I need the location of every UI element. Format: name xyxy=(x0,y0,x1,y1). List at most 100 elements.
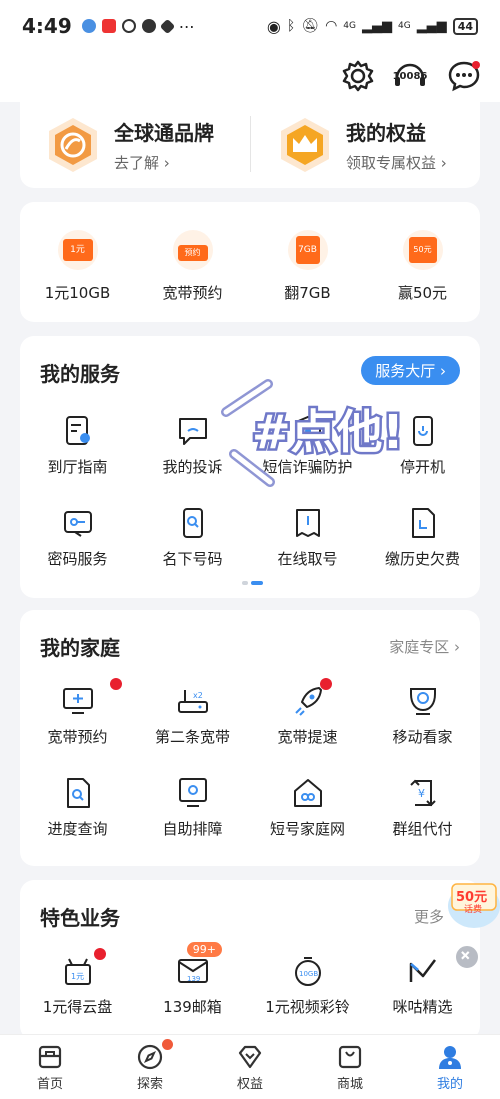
unread-badge: 99+ xyxy=(186,942,222,957)
stamp-text: #点他! xyxy=(252,405,404,459)
tab-label: 我的 xyxy=(436,1077,463,1092)
promo-broadband[interactable]: 预约 宽带预约 xyxy=(135,202,250,322)
tap-hint-stamp[interactable]: #点他! xyxy=(220,378,430,488)
service-item[interactable]: 在线取号 xyxy=(250,496,365,588)
special-card: 特色业务 更多 1元 1元得云盘 139 99+ 139邮箱 10GB 1元视频… xyxy=(20,880,480,1040)
data-card-icon: 7GB xyxy=(287,230,328,270)
hotline-number: 10086 xyxy=(392,70,428,82)
message-bubble-icon[interactable] xyxy=(446,58,482,94)
timer-10gb-icon: 10GB xyxy=(294,957,321,986)
tab-rights[interactable]: 权益 xyxy=(200,1035,300,1099)
battery-icon: 44 xyxy=(452,17,478,35)
floating-promo[interactable]: 50元 话费 xyxy=(440,870,500,932)
family-item[interactable]: 宽带预约 xyxy=(20,674,135,766)
family-item[interactable]: 短号家庭网 xyxy=(250,766,365,858)
service-label: 在线取号 xyxy=(277,550,338,568)
red-dot-badge xyxy=(110,678,122,690)
home-tab-icon xyxy=(38,1045,62,1069)
tab-label: 权益 xyxy=(236,1077,263,1092)
yuan-card-icon: ¥ xyxy=(409,779,436,807)
mute-bell-icon: 🔕︎ xyxy=(301,18,320,34)
svg-text:139: 139 xyxy=(187,975,200,983)
tab-mall[interactable]: 商城 xyxy=(300,1035,400,1099)
family-item[interactable]: 自助排障 xyxy=(135,766,250,858)
mail-139-icon: 139 xyxy=(177,959,208,983)
queue-ticket-icon xyxy=(295,509,320,537)
doc-search-icon xyxy=(66,778,90,808)
page-dot xyxy=(242,581,248,585)
brand-sub-link[interactable]: 去了解 › xyxy=(114,152,214,173)
special-grid: 1元 1元得云盘 139 99+ 139邮箱 10GB 1元视频彩铃 咪咕精选 xyxy=(20,942,480,1036)
svg-text:10GB: 10GB xyxy=(299,970,318,978)
service-item[interactable]: 密码服务 xyxy=(20,496,135,588)
globe-brand-icon xyxy=(49,118,97,172)
monitor-gear-icon xyxy=(178,778,207,807)
service-item[interactable]: 缴历史欠费 xyxy=(365,496,480,588)
complaint-chat-icon xyxy=(178,418,207,445)
my-rights-entry[interactable]: 我的权益 领取专属权益 › xyxy=(276,102,447,188)
promo-50yuan[interactable]: 50元 赢50元 xyxy=(365,202,480,322)
signal-icon: ▂▄▆ xyxy=(361,18,392,34)
family-label: 第二条宽带 xyxy=(154,728,230,746)
status-right: ◉ ᛒ 🔕︎ ◠ 4G ▂▄▆ 4G ▂▄▆ 44 xyxy=(267,17,478,36)
special-label: 咪咕精选 xyxy=(392,998,453,1016)
status-time: 4:49 xyxy=(22,14,72,38)
migu-icon xyxy=(409,959,436,982)
special-item[interactable]: 10GB 1元视频彩铃 xyxy=(250,944,365,1036)
app-notification-icon xyxy=(121,19,136,33)
special-item[interactable]: 139 99+ 139邮箱 xyxy=(135,942,250,1036)
promo-label: 赢50元 xyxy=(397,284,448,302)
rocket-icon xyxy=(294,687,322,716)
coupon-tag: 1元 xyxy=(62,239,93,261)
app-notification-icon xyxy=(101,19,116,33)
svg-text:x2: x2 xyxy=(193,691,203,700)
gift-box-icon: 50元 xyxy=(402,230,443,270)
password-key-icon xyxy=(63,511,92,537)
family-item[interactable]: 宽带提速 xyxy=(250,674,365,766)
settings-gear-icon[interactable] xyxy=(340,58,376,94)
red-dot-badge xyxy=(320,678,332,690)
status-bar: 4:49 ⋯ ◉ ᛒ 🔕︎ ◠ 4G ▂▄▆ 4G ▂▄▆ 44 xyxy=(0,0,500,52)
family-item[interactable]: 移动看家 xyxy=(365,674,480,766)
section-title: 特色业务 xyxy=(40,906,120,930)
compass-tab-icon xyxy=(137,1044,163,1070)
tab-label: 探索 xyxy=(136,1077,163,1092)
family-label: 短号家庭网 xyxy=(269,820,345,838)
promo-label: 1元10GB xyxy=(44,284,111,302)
red-dot-badge xyxy=(94,948,106,960)
close-float-button[interactable] xyxy=(454,944,480,970)
profile-tab-icon xyxy=(439,1046,461,1069)
heart-notification-icon xyxy=(159,18,176,34)
gift-tag: 50元 xyxy=(408,237,437,263)
global-brand-entry[interactable]: 全球通品牌 去了解 › xyxy=(44,102,214,188)
brand-title: 全球通品牌 xyxy=(114,121,214,145)
hotline-button[interactable]: 10086 xyxy=(392,58,428,94)
special-label: 139邮箱 xyxy=(163,998,222,1016)
signal-icon: ▂▄▆ xyxy=(416,18,447,34)
family-label: 进度查询 xyxy=(47,820,108,838)
promo-7gb[interactable]: 7GB 翻7GB xyxy=(250,202,365,322)
router-promo-icon: 预约 xyxy=(172,230,213,270)
number-search-icon xyxy=(182,508,203,538)
promo-10gb[interactable]: 1元 1元10GB xyxy=(20,202,135,322)
family-item[interactable]: x2 第二条宽带 xyxy=(135,674,250,766)
camera-icon xyxy=(409,688,436,715)
service-item[interactable]: 到厅指南 xyxy=(20,404,135,496)
app-notification-icon xyxy=(81,19,96,33)
crown-icon xyxy=(281,118,329,172)
family-item[interactable]: ¥ 群组代付 xyxy=(365,766,480,858)
tab-explore[interactable]: 探索 xyxy=(100,1035,200,1099)
tab-label: 商城 xyxy=(336,1077,363,1092)
bag-tab-icon xyxy=(338,1045,362,1069)
family-label: 自助排障 xyxy=(162,820,223,838)
tab-home[interactable]: 首页 xyxy=(0,1035,100,1099)
bluetooth-icon: ᛒ xyxy=(286,18,296,34)
service-label: 密码服务 xyxy=(47,550,108,568)
gift-yuan-icon: 1元 xyxy=(64,958,91,985)
tab-profile[interactable]: 我的 xyxy=(400,1035,500,1099)
brand-sub-link[interactable]: 领取专属权益 › xyxy=(346,152,447,173)
service-item[interactable]: 名下号码 xyxy=(135,496,250,588)
family-zone-link[interactable]: 家庭专区 › xyxy=(389,636,460,657)
family-item[interactable]: 进度查询 xyxy=(20,766,135,858)
special-item[interactable]: 1元 1元得云盘 xyxy=(20,944,135,1036)
